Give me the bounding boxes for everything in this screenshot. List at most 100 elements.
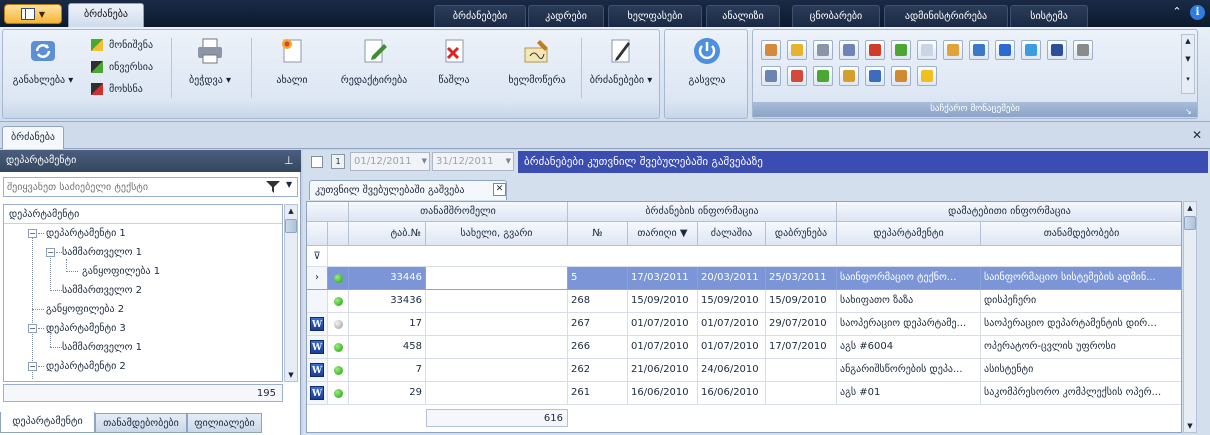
new-button[interactable]: ახალი	[259, 36, 325, 86]
cell-order-number[interactable]: 268	[568, 290, 628, 313]
gear-icon[interactable]	[787, 66, 807, 86]
cell-valid-date[interactable]: 20/03/2011	[698, 267, 766, 290]
award-icon[interactable]	[865, 40, 885, 60]
calendar-icon[interactable]: 1	[331, 154, 345, 169]
column-header-valid[interactable]: ძალაშია	[698, 222, 766, 246]
grid-scrollbar[interactable]: ▲ ▼	[1183, 201, 1197, 433]
payment-icon[interactable]	[787, 40, 807, 60]
cell-date[interactable]: 21/06/2010	[628, 359, 698, 382]
tree-item[interactable]: განყოფილება 1	[4, 262, 282, 281]
close-icon[interactable]: ✕	[493, 183, 506, 196]
tree-item[interactable]: განყოფილება 2	[4, 300, 282, 319]
cell-name[interactable]	[426, 290, 568, 313]
tree-item[interactable]: − დეპარტამენტი 1	[4, 224, 282, 243]
row-indicator[interactable]: W	[307, 313, 328, 336]
tools-icon[interactable]	[1073, 40, 1093, 60]
cell-valid-date[interactable]: 01/07/2010	[698, 313, 766, 336]
cell-name[interactable]	[426, 382, 568, 405]
scroll-down-icon[interactable]: ▼	[1182, 53, 1194, 65]
document-tab[interactable]: ბრძანება	[2, 126, 64, 149]
tab-order[interactable]: ბრძანება	[68, 3, 144, 27]
monitor-icon[interactable]	[1047, 40, 1067, 60]
list-icon[interactable]	[839, 40, 859, 60]
row-indicator[interactable]: W	[307, 359, 328, 382]
money-bag-icon[interactable]	[839, 66, 859, 86]
orders-menu-button[interactable]: ბრძანებები ▾	[583, 36, 659, 86]
print-button[interactable]: ბეჭდვა ▾	[177, 36, 243, 86]
chevron-down-icon[interactable]: ▼	[286, 180, 292, 189]
cell-date[interactable]: 01/07/2010	[628, 313, 698, 336]
home-icon[interactable]	[1021, 40, 1041, 60]
info-icon[interactable]: i	[1190, 5, 1205, 20]
status-cell[interactable]	[328, 290, 349, 313]
word-document-icon[interactable]: W	[310, 340, 324, 354]
date-filter-checkbox[interactable]	[311, 156, 323, 168]
cell-department[interactable]: აგს #01	[837, 382, 981, 405]
chain-icon[interactable]	[813, 40, 833, 60]
cell-valid-date[interactable]: 24/06/2010	[698, 359, 766, 382]
cell-name[interactable]	[426, 313, 568, 336]
column-header-number[interactable]: №	[568, 222, 628, 246]
cell-tab-number[interactable]: 29	[349, 382, 426, 405]
cell-date[interactable]: 16/06/2010	[628, 382, 698, 405]
expand-icon[interactable]: ▾	[1182, 73, 1194, 85]
invert-button[interactable]: ინვერსია	[91, 58, 153, 76]
hat-icon[interactable]	[917, 66, 937, 86]
collapse-ribbon-icon[interactable]: ⌃	[1170, 5, 1184, 19]
cell-position[interactable]: დისპეჩერი	[981, 290, 1181, 313]
column-header-department[interactable]: დეპარტამენტი	[837, 222, 981, 246]
cell-order-number[interactable]: 262	[568, 359, 628, 382]
tree-item[interactable]: სამმართველო 2	[4, 281, 282, 300]
cell-name[interactable]	[426, 359, 568, 382]
quick-access-scroll[interactable]: ▲ ▼ ▾	[1181, 34, 1195, 94]
row-indicator[interactable]: ›	[307, 267, 328, 290]
cell-tab-number[interactable]: 458	[349, 336, 426, 359]
cell-return-date[interactable]: 15/09/2010	[766, 290, 837, 313]
cell-department[interactable]: საოპერაციო დეპარტამე...	[837, 313, 981, 336]
column-header-tab-number[interactable]: ტაბ.№	[349, 222, 426, 246]
cell-order-number[interactable]: 261	[568, 382, 628, 405]
settings-icon[interactable]	[761, 66, 781, 86]
structure-icon[interactable]	[865, 66, 885, 86]
group-icon[interactable]	[943, 40, 963, 60]
collapse-icon[interactable]: −	[28, 362, 37, 371]
edit-button[interactable]: რედაქტირება	[331, 36, 417, 86]
tab-departments[interactable]: დეპარტამენტი	[0, 412, 95, 433]
refresh-button[interactable]: განახლება ▾	[7, 36, 79, 86]
scroll-down-icon[interactable]: ▼	[1184, 420, 1196, 432]
close-icon[interactable]: ✕	[1190, 128, 1204, 142]
filter-icon[interactable]	[266, 181, 280, 193]
cell-position[interactable]: საინფორმაციო სისტემების ადმინ...	[981, 267, 1181, 290]
cell-department[interactable]: აგს #6004	[837, 336, 981, 359]
cell-order-number[interactable]: 267	[568, 313, 628, 336]
document-icon[interactable]	[917, 40, 937, 60]
tab-vacation-leave[interactable]: კუთვნილ შვებულებაში გაშვება	[309, 180, 507, 200]
employee-icon[interactable]	[761, 40, 781, 60]
scroll-up-icon[interactable]: ▲	[285, 205, 297, 217]
status-cell[interactable]	[328, 382, 349, 405]
cell-tab-number[interactable]: 17	[349, 313, 426, 336]
tree-scrollbar[interactable]: ▲ ▼	[284, 204, 298, 382]
tab-administration[interactable]: ადმინისტრირება	[884, 5, 1008, 27]
scroll-down-icon[interactable]: ▼	[285, 369, 297, 381]
cell-order-number[interactable]: 5	[568, 267, 628, 290]
tab-salaries[interactable]: ხელფასები	[608, 5, 702, 27]
cell-position[interactable]: ასისტენტი	[981, 359, 1181, 382]
date-from-field[interactable]: 01/12/2011 ▼	[350, 152, 430, 171]
cell-date[interactable]: 17/03/2011	[628, 267, 698, 290]
cell-valid-date[interactable]: 15/09/2010	[698, 290, 766, 313]
dialog-launcher-icon[interactable]: ↘	[1185, 107, 1194, 116]
collapse-icon[interactable]: −	[46, 248, 55, 257]
cell-valid-date[interactable]: 16/06/2010	[698, 382, 766, 405]
column-header-name[interactable]: სახელი, გვარი	[426, 222, 568, 246]
cell-department[interactable]: ანგარიშსწორების დეპა...	[837, 359, 981, 382]
row-indicator[interactable]: W	[307, 336, 328, 359]
checklist-icon[interactable]	[891, 40, 911, 60]
cell-tab-number[interactable]: 33436	[349, 290, 426, 313]
transfer-icon[interactable]	[813, 66, 833, 86]
cell-return-date[interactable]	[766, 359, 837, 382]
column-header-date[interactable]: თარიღი ▼	[628, 222, 698, 246]
application-menu-button[interactable]: ▼	[4, 4, 62, 24]
search-input[interactable]	[4, 178, 256, 196]
cell-name[interactable]	[426, 336, 568, 359]
